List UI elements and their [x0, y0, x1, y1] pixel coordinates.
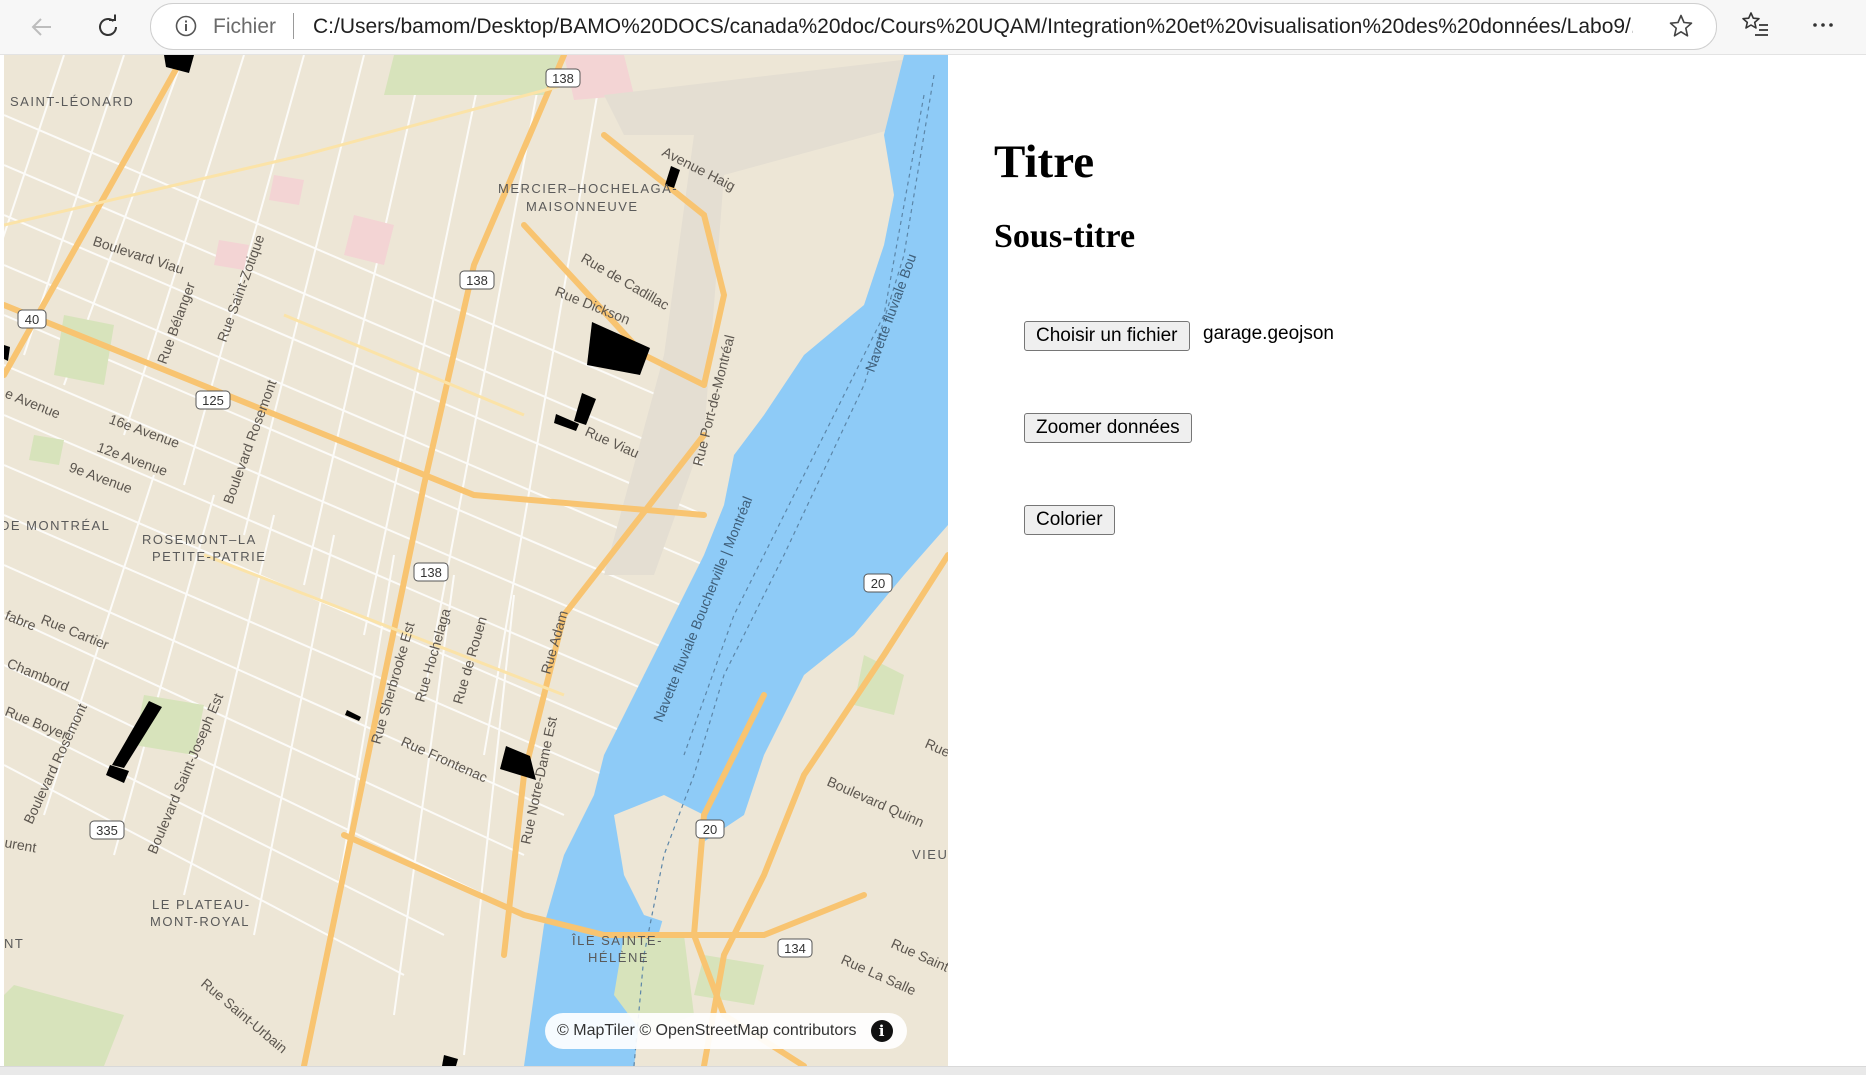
district-label: LE PLATEAU-: [152, 897, 251, 912]
favorites-icon: [1742, 12, 1768, 36]
more-button[interactable]: [1808, 10, 1838, 45]
url-text[interactable]: C:/Users/bamom/Desktop/BAMO%20DOCS/canad…: [313, 15, 1633, 39]
route-shield: 20: [703, 822, 717, 837]
district-label: MERCIER–HOCHELAGA-: [498, 181, 678, 196]
star-icon[interactable]: [1668, 13, 1694, 39]
zoom-data-button[interactable]: Zoomer données: [1024, 413, 1192, 443]
back-button[interactable]: [22, 7, 62, 47]
district-label: MONT-ROYAL: [150, 914, 250, 929]
browser-toolbar: Fichier C:/Users/bamom/Desktop/BAMO%20DO…: [0, 0, 1866, 55]
district-label: VIEUX: [912, 847, 948, 862]
district-label: HÉLÈNE: [588, 950, 649, 965]
choose-file-button[interactable]: Choisir un fichier: [1024, 321, 1190, 351]
route-shield: 125: [202, 393, 224, 408]
route-shield: 20: [871, 576, 885, 591]
route-shield: 138: [466, 273, 488, 288]
route-shield: 138: [420, 565, 442, 580]
page-subtitle: Sous-titre: [994, 218, 1136, 255]
address-bar[interactable]: Fichier C:/Users/bamom/Desktop/BAMO%20DO…: [150, 3, 1717, 50]
map-attribution: © MapTiler © OpenStreetMap contributors …: [545, 1013, 907, 1049]
district-label: PETITE-PATRIE: [152, 549, 266, 564]
back-arrow-icon: [31, 18, 51, 36]
info-icon[interactable]: [175, 15, 197, 37]
reload-button[interactable]: [88, 7, 128, 47]
scheme-label: Fichier: [213, 15, 277, 38]
district-label: SAINT-LÉONARD: [10, 94, 134, 109]
route-shield: 138: [552, 71, 574, 86]
colorize-button[interactable]: Colorier: [1024, 505, 1115, 535]
district-label: ÎLE SAINTE-: [571, 933, 663, 948]
control-panel: Titre Sous-titre Choisir un fichier gara…: [948, 55, 1866, 1066]
map-container[interactable]: SAINT-LÉONARD MERCIER–HOCHELAGA- MAISONN…: [4, 55, 948, 1066]
info-icon[interactable]: i: [870, 1020, 893, 1042]
route-shield: 40: [25, 312, 39, 327]
address-separator: [293, 13, 294, 39]
attribution-text[interactable]: © MapTiler © OpenStreetMap contributors: [557, 1022, 857, 1040]
favorites-button[interactable]: [1740, 8, 1772, 45]
more-icon: [1813, 23, 1833, 27]
district-label: ROSEMONT–LA: [142, 532, 257, 547]
route-shield: 335: [96, 823, 118, 838]
reload-icon: [99, 14, 117, 36]
selected-file-name: garage.geojson: [1203, 323, 1334, 344]
district-label: DE MONTRÉAL: [4, 518, 110, 533]
map-canvas[interactable]: SAINT-LÉONARD MERCIER–HOCHELAGA- MAISONN…: [4, 55, 948, 1066]
district-label: NT: [4, 936, 24, 951]
district-label: MAISONNEUVE: [526, 199, 639, 214]
route-shield: 134: [784, 941, 806, 956]
page-title: Titre: [994, 136, 1095, 188]
